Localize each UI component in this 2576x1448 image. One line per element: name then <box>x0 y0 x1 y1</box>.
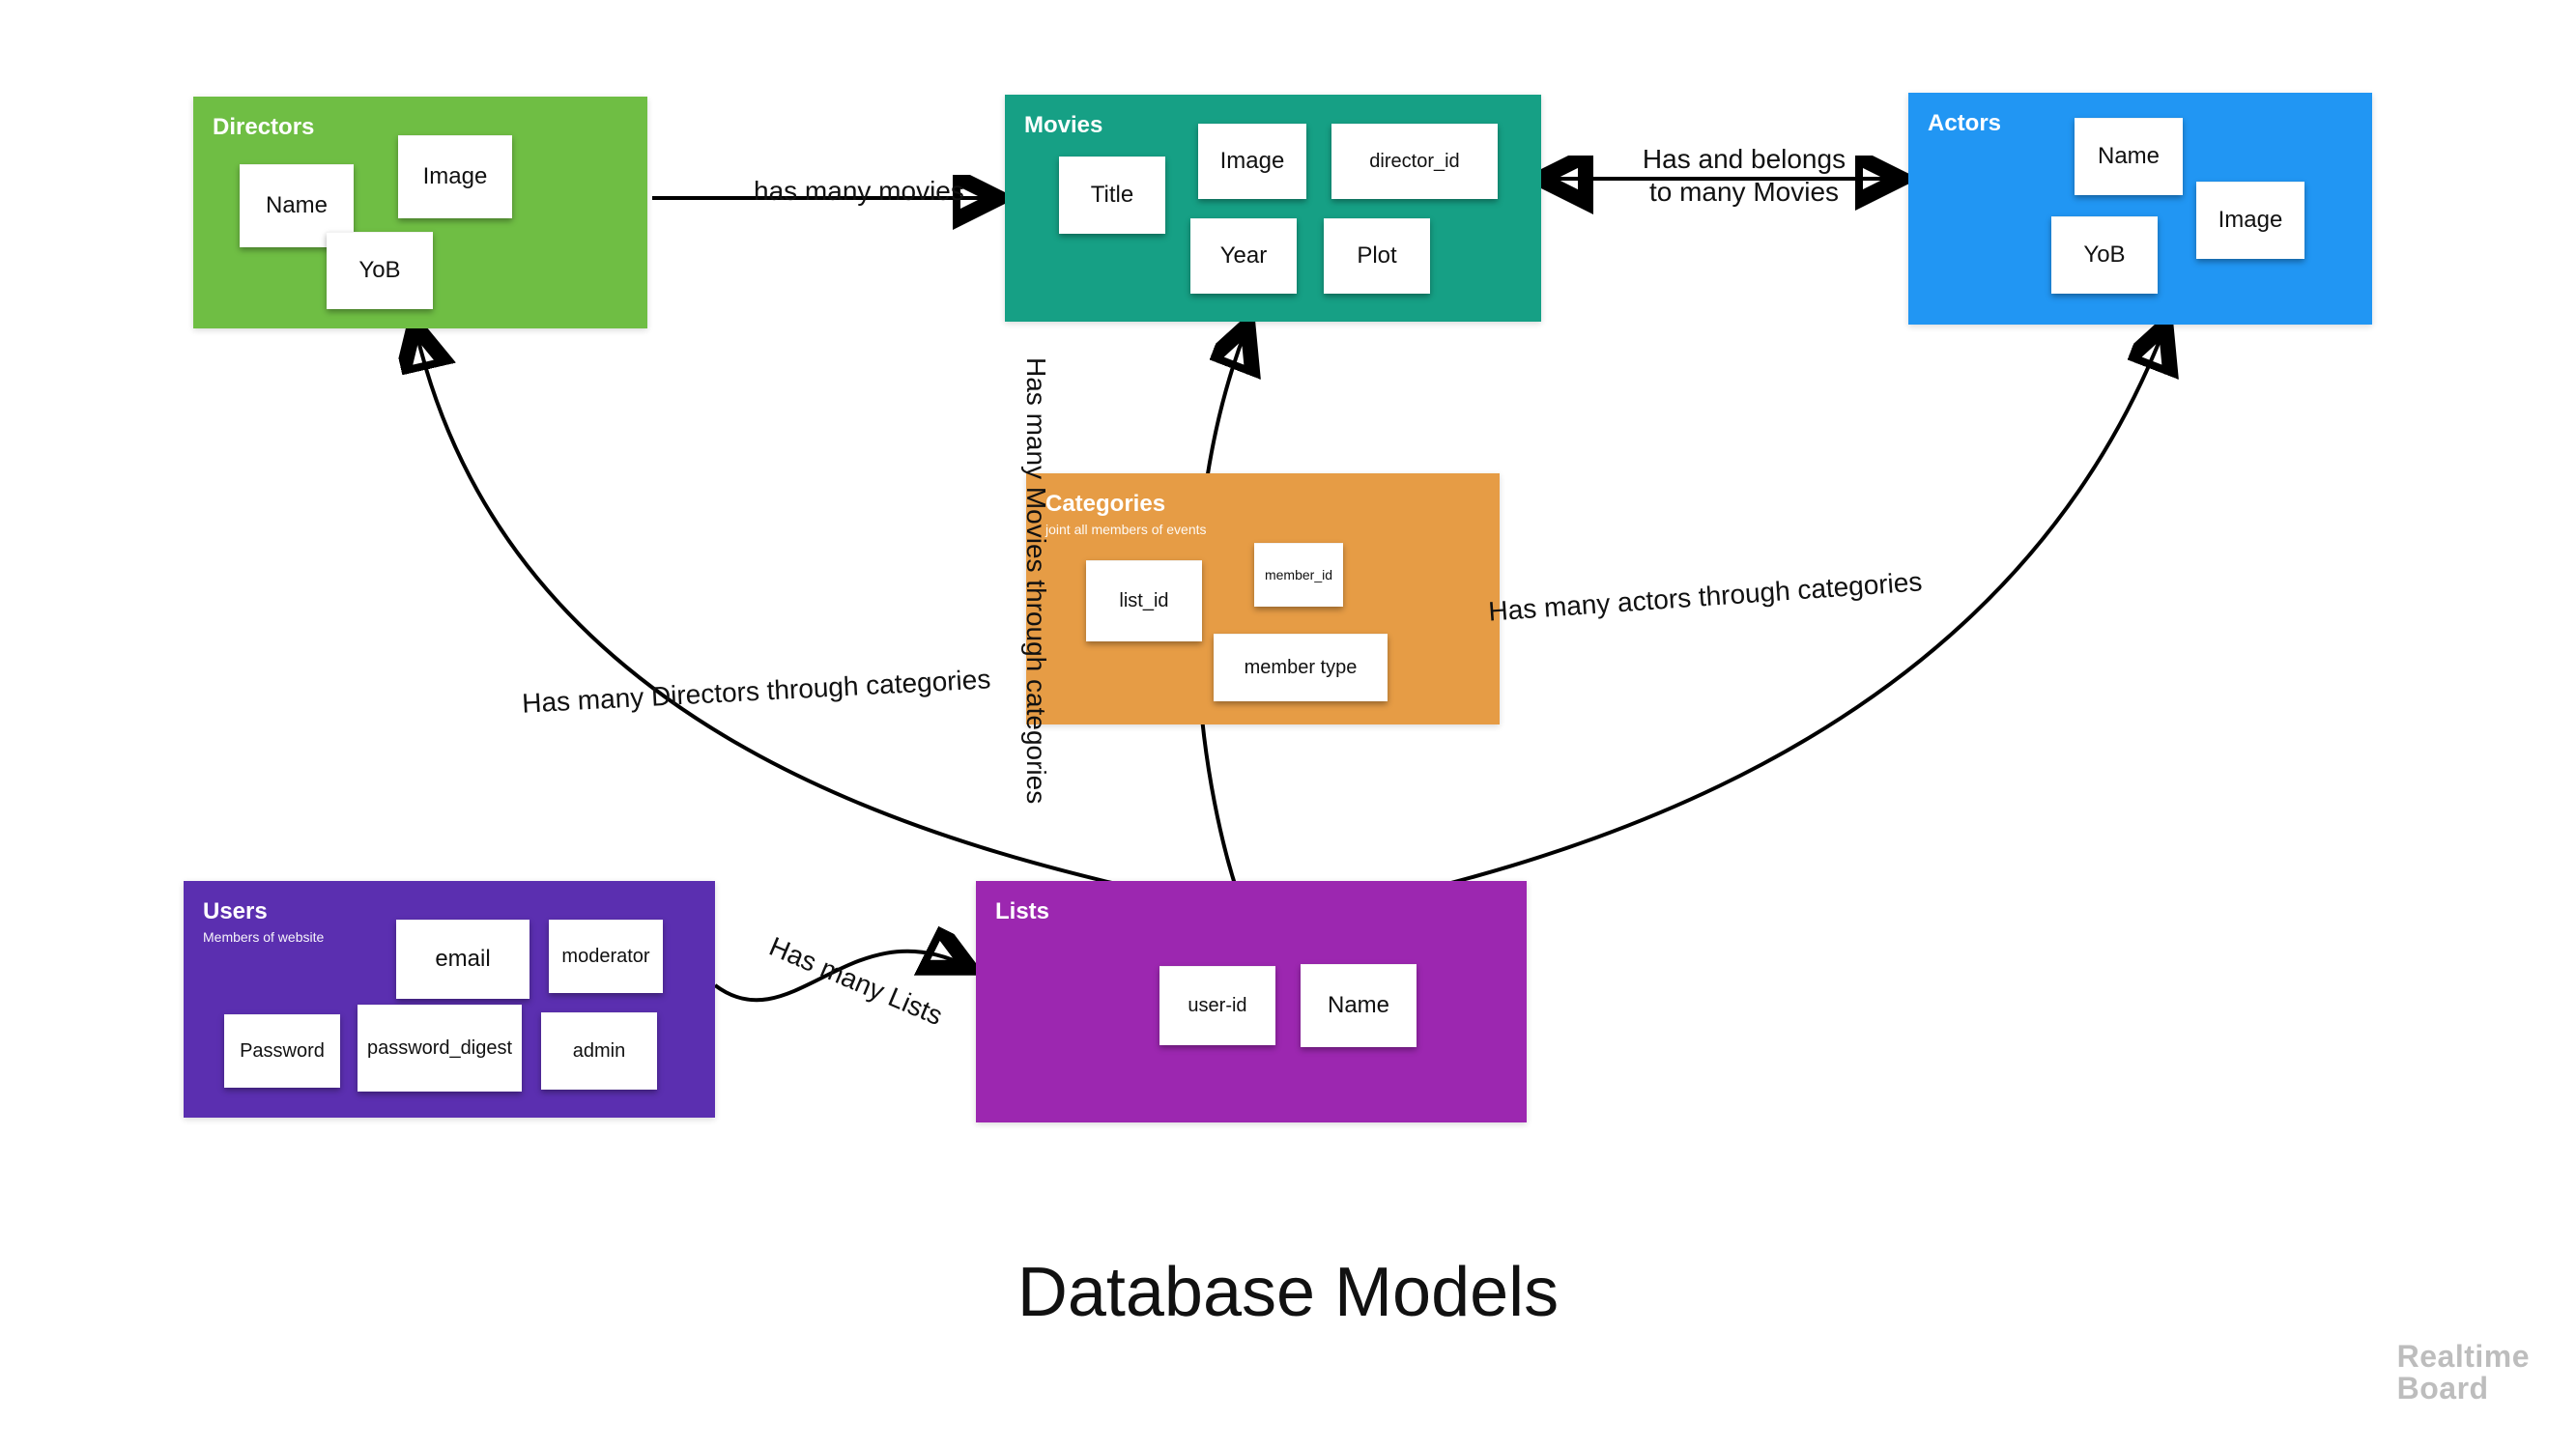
field-movies-title: Title <box>1059 156 1165 234</box>
diagram-title: Database Models <box>1017 1253 1559 1332</box>
field-users-moderator: moderator <box>549 920 663 993</box>
diagram-canvas[interactable]: Directors Name Image YoB Movies Title Im… <box>0 0 2576 1448</box>
entity-actors[interactable]: Actors Name Image YoB <box>1908 93 2372 325</box>
field-lists-user-id: user-id <box>1159 966 1275 1045</box>
field-users-password-digest: password_digest <box>358 1005 522 1092</box>
field-actors-image: Image <box>2196 182 2304 259</box>
entity-movies[interactable]: Movies Title Image director_id Year Plot <box>1005 95 1541 322</box>
field-directors-image: Image <box>398 135 512 218</box>
field-users-email: email <box>396 920 530 999</box>
watermark: Realtime Board <box>2397 1341 2530 1405</box>
field-movies-year: Year <box>1190 218 1297 294</box>
field-directors-yob: YoB <box>327 232 433 309</box>
rel-movies-actors-line1: Has and belongs <box>1643 144 1846 174</box>
rel-categories-actors: Has many actors through categories <box>1487 566 1923 627</box>
watermark-line2: Board <box>2397 1371 2489 1405</box>
field-users-admin: admin <box>541 1012 657 1090</box>
rel-movies-actors: Has and belongs to many Movies <box>1614 143 1875 208</box>
field-categories-list-id: list_id <box>1086 560 1202 641</box>
field-users-password: Password <box>224 1014 340 1088</box>
entity-title: Lists <box>995 898 1507 925</box>
field-movies-image: Image <box>1198 124 1306 199</box>
watermark-line1: Realtime <box>2397 1339 2530 1374</box>
rel-directors-movies: has many movies <box>754 176 964 207</box>
entity-lists[interactable]: Lists user-id Name <box>976 881 1527 1122</box>
field-lists-name: Name <box>1301 964 1417 1047</box>
entity-categories[interactable]: Categories joint all members of events l… <box>1026 473 1500 724</box>
entity-directors[interactable]: Directors Name Image YoB <box>193 97 647 328</box>
rel-categories-movies: Has many Movies through categories <box>1020 357 1051 804</box>
field-actors-yob: YoB <box>2051 216 2158 294</box>
entity-users[interactable]: Users Members of website email moderator… <box>184 881 715 1118</box>
field-actors-name: Name <box>2075 118 2183 195</box>
field-movies-plot: Plot <box>1324 218 1430 294</box>
field-movies-director-id: director_id <box>1331 124 1498 199</box>
entity-title: Categories <box>1045 491 1480 518</box>
field-categories-member-type: member type <box>1214 634 1388 701</box>
rel-users-lists: Has many Lists <box>764 931 947 1032</box>
rel-categories-directors: Has many Directors through categories <box>521 664 991 719</box>
field-categories-member-id: member_id <box>1254 543 1343 607</box>
entity-subtitle: joint all members of events <box>1045 522 1480 537</box>
rel-movies-actors-line2: to many Movies <box>1649 177 1839 207</box>
